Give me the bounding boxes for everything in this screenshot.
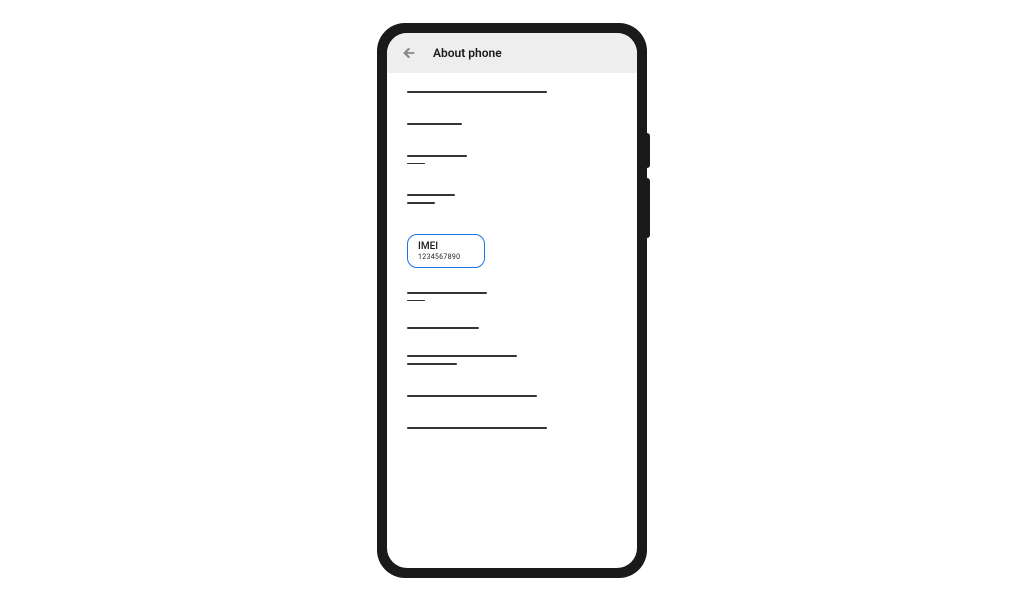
placeholder-line xyxy=(407,427,547,429)
setting-item[interactable] xyxy=(407,123,617,125)
placeholder-line xyxy=(407,363,457,365)
placeholder-line xyxy=(407,163,425,165)
phone-power-button xyxy=(647,133,650,168)
arrow-left-icon xyxy=(401,45,417,61)
setting-item[interactable] xyxy=(407,155,617,165)
settings-content: IMEI 1234567890 xyxy=(387,73,637,568)
phone-volume-button xyxy=(647,178,650,238)
page-title: About phone xyxy=(433,46,502,60)
placeholder-line xyxy=(407,194,455,196)
placeholder-line xyxy=(407,202,435,204)
placeholder-line xyxy=(407,292,487,294)
placeholder-line xyxy=(407,155,467,157)
setting-item[interactable] xyxy=(407,292,617,302)
placeholder-line xyxy=(407,123,462,125)
imei-label: IMEI xyxy=(418,241,474,252)
setting-item[interactable] xyxy=(407,327,617,329)
phone-frame: About phone IMEI xyxy=(377,23,647,578)
imei-value: 1234567890 xyxy=(418,253,474,261)
setting-item[interactable] xyxy=(407,194,617,204)
back-button[interactable] xyxy=(401,45,417,61)
setting-item[interactable] xyxy=(407,395,617,397)
placeholder-line xyxy=(407,300,425,302)
placeholder-line xyxy=(407,91,547,93)
setting-item[interactable] xyxy=(407,427,617,429)
phone-screen: About phone IMEI xyxy=(387,33,637,568)
placeholder-line xyxy=(407,327,479,329)
app-header: About phone xyxy=(387,33,637,73)
setting-item[interactable] xyxy=(407,355,617,365)
placeholder-line xyxy=(407,395,537,397)
setting-item[interactable] xyxy=(407,91,617,93)
placeholder-line xyxy=(407,355,517,357)
imei-setting-item[interactable]: IMEI 1234567890 xyxy=(407,234,485,268)
